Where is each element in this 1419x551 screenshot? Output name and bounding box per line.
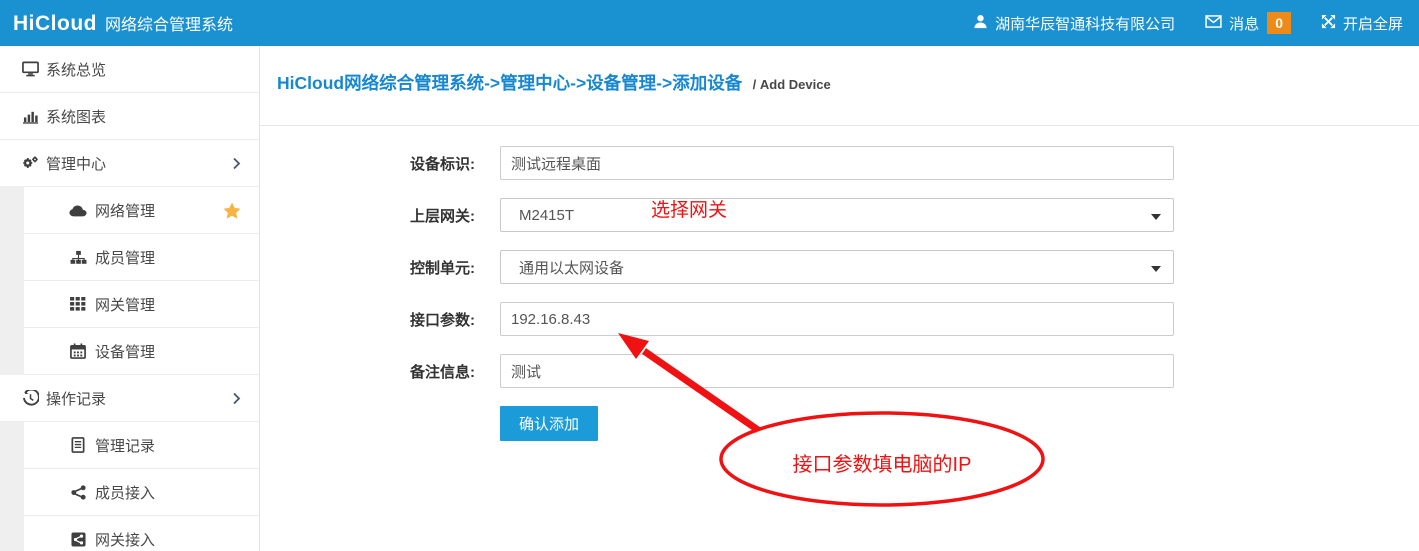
submenu-indent-strip [0,281,24,328]
history-icon [20,390,40,406]
cloud-icon [68,204,88,217]
sidebar-item-label: 操作记录 [46,388,106,409]
envelope-icon [1205,15,1229,32]
caret-down-icon [1151,214,1161,220]
bar-chart-icon [20,109,40,124]
sidebar-item-device-management[interactable]: 设备管理 [0,328,259,375]
messages-count-badge: 0 [1267,12,1291,34]
sidebar-item-label: 成员接入 [95,482,155,503]
add-device-form: 设备标识: 上层网关: M2415T 控制单元: 通用以太网设备 [260,146,1419,441]
sidebar-item-management-center[interactable]: 管理中心 [0,140,259,187]
form-row-device-id: 设备标识: [260,146,1419,180]
grid-icon [68,297,88,311]
submenu-indent-strip [0,516,24,551]
control-unit-select[interactable]: 通用以太网设备 [500,250,1174,284]
fullscreen-toggle[interactable]: 开启全屏 [1321,13,1403,34]
sidebar-item-label: 管理记录 [95,435,155,456]
calendar-icon [68,343,88,359]
device-id-label: 设备标识: [260,153,500,174]
chevron-right-icon [232,157,241,170]
form-row-remark: 备注信息: [260,354,1419,388]
device-id-input[interactable] [500,146,1174,180]
interface-params-label: 接口参数: [260,309,500,330]
interface-params-input[interactable] [500,302,1174,336]
main-content: HiCloud网络综合管理系统->管理中心->设备管理->添加设备 / Add … [260,46,1419,551]
sidebar-item-network-management[interactable]: 网络管理 [0,187,259,234]
sidebar-item-management-records[interactable]: 管理记录 [0,422,259,469]
fullscreen-label: 开启全屏 [1343,13,1403,34]
sitemap-icon [68,250,88,265]
app-logo-subtitle: 网络综合管理系统 [105,11,233,35]
file-text-icon [68,437,88,453]
company-menu[interactable]: 湖南华辰智通科技有限公司 [973,13,1175,34]
sidebar-nav: 系统总览 系统图表 管理中心 网络管理 [0,46,260,551]
sidebar-item-label: 网关管理 [95,294,155,315]
sidebar-item-member-management[interactable]: 成员管理 [0,234,259,281]
submenu-indent-strip [0,328,24,375]
gears-icon [20,155,40,171]
remark-input[interactable] [500,354,1174,388]
app-logo: HiCloud 网络综合管理系统 [0,11,233,36]
sidebar-item-member-access[interactable]: 成员接入 [0,469,259,516]
control-unit-selected-value: 通用以太网设备 [519,257,624,278]
sidebar-item-label: 系统总览 [46,59,106,80]
upper-gateway-selected-value: M2415T [519,207,574,224]
company-name: 湖南华辰智通科技有限公司 [995,13,1175,34]
breadcrumb-path: HiCloud网络综合管理系统->管理中心->设备管理->添加设备 [277,73,742,93]
share-square-icon [68,532,88,547]
caret-down-icon [1151,266,1161,272]
submenu-indent-strip [0,469,24,516]
sidebar-item-label: 成员管理 [95,247,155,268]
user-icon [973,14,995,33]
app-logo-name: HiCloud [13,12,97,36]
submenu-indent-strip [0,422,24,469]
chevron-right-icon [232,392,241,405]
sidebar-item-label: 网关接入 [95,529,155,550]
sidebar-item-label: 网络管理 [95,200,155,221]
sidebar-item-gateway-access[interactable]: 网关接入 [0,516,259,551]
sidebar-item-label: 管理中心 [46,153,106,174]
sidebar-item-label: 系统图表 [46,106,106,127]
star-icon [223,202,241,219]
share-icon [68,485,88,500]
messages-menu[interactable]: 消息 0 [1205,12,1291,34]
fullscreen-icon [1321,14,1343,33]
top-header-bar: HiCloud 网络综合管理系统 湖南华辰智通科技有限公司 消息 0 开启全屏 [0,0,1419,46]
form-row-control-unit: 控制单元: 通用以太网设备 [260,250,1419,284]
submenu-indent-strip [0,187,24,234]
desktop-icon [20,61,40,77]
sidebar-item-operation-records[interactable]: 操作记录 [0,375,259,422]
messages-label: 消息 [1229,13,1259,34]
sidebar-item-gateway-management[interactable]: 网关管理 [0,281,259,328]
breadcrumb: HiCloud网络综合管理系统->管理中心->设备管理->添加设备 / Add … [260,46,1419,126]
upper-gateway-select[interactable]: M2415T [500,198,1174,232]
control-unit-label: 控制单元: [260,257,500,278]
sidebar-item-system-charts[interactable]: 系统图表 [0,93,259,140]
form-row-upper-gateway: 上层网关: M2415T [260,198,1419,232]
sidebar-item-system-overview[interactable]: 系统总览 [0,46,259,93]
confirm-add-button[interactable]: 确认添加 [500,406,598,441]
form-row-interface-params: 接口参数: [260,302,1419,336]
breadcrumb-suffix: / Add Device [753,77,831,92]
remark-label: 备注信息: [260,361,500,382]
sidebar-item-label: 设备管理 [95,341,155,362]
submenu-indent-strip [0,234,24,281]
upper-gateway-label: 上层网关: [260,205,500,226]
